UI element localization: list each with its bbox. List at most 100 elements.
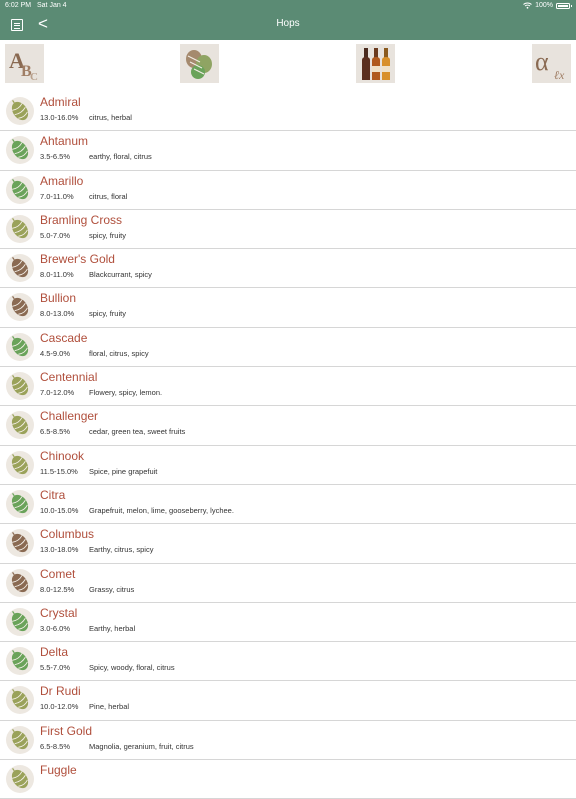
hop-name: Bullion [40,291,77,306]
status-indicators: 100% [523,2,572,9]
hop-alpha-range: 8.0-12.5% [40,584,75,594]
hop-flavor: cedar, green tea, sweet fruits [89,427,186,437]
hop-alpha-range: 6.5-8.5% [40,427,71,437]
hop-cone-icon [6,725,34,754]
hop-alpha-range: 8.0-13.0% [40,309,75,319]
hop-alpha-range: 3.5-6.5% [40,152,71,162]
battery-percent: 100% [535,2,553,9]
hop-flavor: Earthy, citrus, spicy [89,545,154,555]
hop-row[interactable]: Ahtanum 3.5-6.5% earthy, floral, citrus [0,131,576,171]
hop-row[interactable]: Cascade 4.5-9.0% floral, citrus, spicy [0,328,576,368]
sort-alphabetical-button[interactable]: A B C [5,44,44,83]
hop-flavor: spicy, fruity [89,230,126,240]
alpha-acid-sort-button[interactable]: α ℓx [532,44,571,83]
hop-row[interactable]: Dr Rudi 10.0-12.0% Pine, herbal [0,681,576,721]
hop-name: Admiral [40,95,81,109]
hop-row[interactable]: Bullion 8.0-13.0% spicy, fruity [0,288,576,328]
hop-alpha-range: 5.5-7.0% [40,663,71,673]
hop-flavor: Magnolia, geranium, fruit, citrus [89,741,194,751]
svg-text:C: C [30,71,38,83]
hop-cone-icon [6,254,34,283]
hop-row[interactable]: Bramling Cross 5.0-7.0% spicy, fruity [0,210,576,250]
hop-cones-icon [186,50,212,79]
hop-row[interactable]: Admiral 13.0-16.0% citrus, herbal [0,92,576,132]
hop-cone-icon [6,647,34,676]
hop-name: Ahtanum [40,134,89,149]
hop-flavor: Spicy, woody, floral, citrus [89,663,175,673]
hop-row[interactable]: Chinook 11.5-15.0% Spice, pine grapefuit [0,446,576,485]
hop-flavor: Spice, pine grapefuit [89,466,158,476]
hop-name: Challenger [40,409,99,424]
hop-name: Cascade [40,330,88,345]
hop-row[interactable]: Columbus 13.0-18.0% Earthy, citrus, spicy [0,524,576,564]
hop-row[interactable]: Comet 8.0-12.5% Grassy, citrus [0,564,576,603]
hop-alpha-range: 10.0-15.0% [40,505,79,515]
hop-name: Comet [40,566,76,581]
hop-cone-icon [6,372,34,401]
nav-header: 6:02 PM Sat Jan 4 100% < Hops [0,0,576,40]
hop-row[interactable]: Amarillo 7.0-11.0% citrus, floral [0,171,576,210]
hop-flavor: floral, citrus, spicy [89,348,149,358]
status-date: Sat Jan 4 [37,2,67,9]
svg-text:ℓx: ℓx [554,68,565,82]
hop-name: Dr Rudi [40,684,81,699]
hop-alpha-range: 13.0-16.0% [40,113,79,122]
hop-cone-icon [6,332,34,361]
hop-flavor: Grapefruit, melon, lime, gooseberry, lyc… [89,505,234,515]
hop-row[interactable]: Centennial 7.0-12.0% Flowery, spicy, lemon… [0,367,576,407]
hop-row[interactable]: Challenger 6.5-8.5% cedar, green tea, swee… [0,406,576,446]
hop-flavor: Flowery, spicy, lemon. [89,388,163,398]
toolbar: A B C α ℓx [0,40,576,92]
hop-alpha-range: 13.0-18.0% [40,545,79,555]
hop-row[interactable]: Crystal 3.0-6.0% Earthy, herbal [0,603,576,643]
hop-flavor: Earthy, herbal [89,623,136,633]
beer-bottles-icon [362,48,390,80]
hop-cone-icon [6,489,34,518]
hop-cone-icon [6,568,34,597]
hop-flavor: spicy, fruity [89,309,126,319]
svg-text:α: α [535,47,549,76]
hop-name: Brewer's Gold [40,252,115,267]
hop-flavor: citrus, herbal [89,113,132,122]
hop-cone-icon [6,175,34,204]
beer-style-button[interactable] [356,44,395,83]
hop-alpha-range: 4.5-9.0% [40,348,71,358]
hop-name: Citra [40,487,66,502]
page-title: Hops [276,18,300,29]
hop-flavor: Pine, herbal [89,702,130,712]
hop-alpha-range: 7.0-12.0% [40,388,75,398]
hop-flavor: Blackcurrant, spicy [89,270,152,280]
hop-alpha-range: 7.0-11.0% [40,191,74,201]
hop-name: Amarillo [40,173,84,188]
hop-cone-icon [6,411,34,440]
hop-name: Chinook [40,448,85,463]
hop-cone-icon [6,686,34,715]
status-time: 6:02 PM [5,2,32,9]
hop-row[interactable]: Citra 10.0-15.0% Grapefruit, melon, lime, … [0,485,576,525]
hop-name: Fuggle [40,763,77,778]
hop-alpha-range: 5.0-7.0% [40,230,71,240]
hop-row[interactable]: Delta 5.5-7.0% Spicy, woody, floral, citru… [0,642,576,682]
hop-name: First Gold [40,723,93,738]
hop-alpha-range: 3.0-6.0% [40,623,71,633]
hop-view-button[interactable] [180,44,219,83]
hop-alpha-range: 11.5-15.0% [40,466,78,476]
hop-name: Centennial [40,370,98,385]
hop-alpha-range: 8.0-11.0% [40,270,74,280]
hop-flavor: citrus, floral [89,191,128,201]
hop-cone-icon [6,97,34,125]
hop-cone-icon [6,136,34,165]
alpha-symbol-icon: α ℓx [535,47,565,82]
hop-name: Crystal [40,605,78,620]
hop-cone-icon [6,214,34,243]
hop-row[interactable]: Brewer's Gold 8.0-11.0% Blackcurrant, spic… [0,249,576,289]
hop-row[interactable]: First Gold 6.5-8.5% Magnolia, geranium, fr… [0,721,576,761]
hop-flavor: Grassy, citrus [89,584,135,594]
hop-row[interactable]: Fuggle [0,760,576,799]
hop-cone-icon [6,450,34,479]
hop-cone-icon [6,765,34,794]
hop-cone-icon [6,607,34,636]
hop-name: Delta [40,645,69,660]
hop-cone-icon [6,529,34,558]
abc-letters-icon: A B C [9,48,38,83]
